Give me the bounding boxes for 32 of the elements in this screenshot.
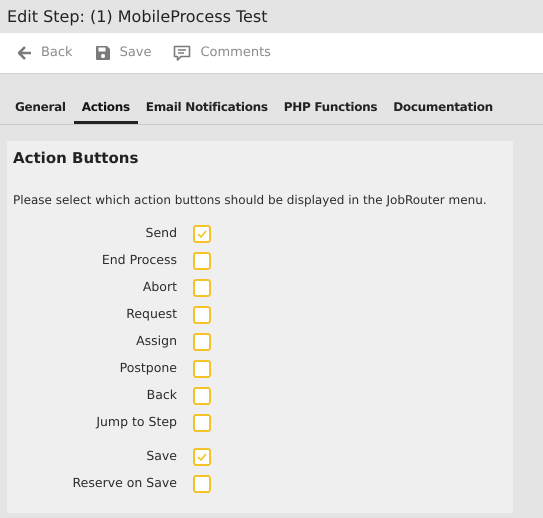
back-arrow-icon	[18, 46, 32, 60]
checkbox-label: Request	[125, 305, 177, 324]
comment-icon	[173, 44, 192, 62]
tab[interactable]: PHP Functions	[276, 92, 386, 124]
checkbox[interactable]	[193, 224, 211, 242]
checkbox-label: End Process	[100, 251, 177, 270]
window-title: Edit Step: (1) MobileProcess Test	[7, 6, 268, 28]
checkbox-label: Postpone	[118, 359, 177, 378]
checkbox-label: Back	[146, 386, 177, 404]
checkbox[interactable]	[193, 474, 211, 492]
checkbox[interactable]	[193, 360, 211, 378]
tab[interactable]: Email Notifications	[138, 92, 276, 124]
checkbox-label: Send	[144, 224, 177, 242]
section-title: Action Buttons	[13, 148, 140, 169]
checkbox[interactable]	[193, 306, 211, 324]
description-text: Please select which action buttons should be displayed in the JobRouter menu.	[13, 192, 488, 208]
tab[interactable]: Documentation	[385, 92, 501, 124]
checkbox-label: Jump to Step	[94, 413, 177, 432]
checkbox-label: Save	[145, 447, 177, 466]
checkmark-icon	[197, 452, 207, 460]
checkmark-icon	[197, 230, 207, 238]
tab[interactable]: Actions	[74, 92, 138, 124]
checkbox[interactable]	[193, 414, 211, 432]
checkbox[interactable]	[193, 278, 211, 296]
checkbox-label: Assign	[135, 332, 177, 350]
checkbox[interactable]	[193, 332, 211, 350]
checkbox[interactable]	[193, 252, 211, 270]
checkbox[interactable]	[193, 386, 211, 404]
tab[interactable]: General	[7, 92, 74, 124]
checkbox-label: Reserve on Save	[72, 474, 177, 492]
checkbox-label: Abort	[142, 278, 177, 296]
checkbox[interactable]	[193, 448, 211, 466]
